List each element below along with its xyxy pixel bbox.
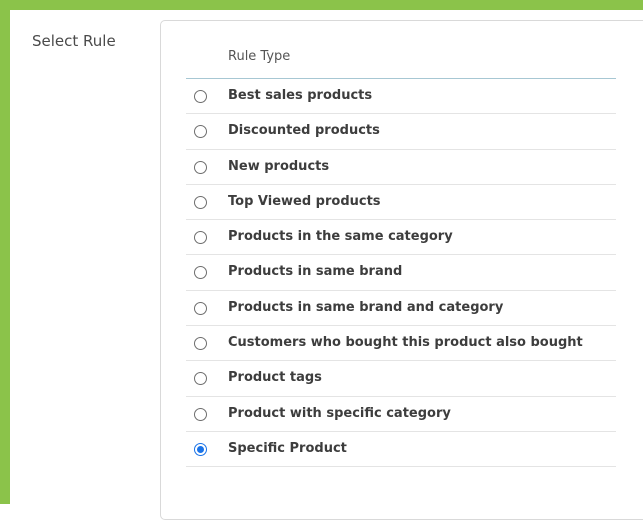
rule-form-frame: Select Rule Rule Type Best sales product… <box>0 0 643 520</box>
radio-button[interactable] <box>194 337 207 351</box>
rule-option-products-same-brand[interactable]: Products in same brand <box>186 255 616 291</box>
radio-button[interactable] <box>194 266 207 280</box>
rule-option-label: Customers who bought this product also b… <box>228 335 583 351</box>
rule-type-column-header: Rule Type <box>228 49 291 64</box>
rule-type-table: Rule Type Best sales products Discounted… <box>186 21 616 468</box>
rule-option-label: Top Viewed products <box>228 193 381 209</box>
radio-button[interactable] <box>194 407 207 421</box>
radio-button[interactable] <box>194 195 207 209</box>
radio-button[interactable] <box>194 90 207 103</box>
radio-button[interactable] <box>194 125 207 139</box>
rule-option-label: Products in same brand and category <box>228 299 504 315</box>
rule-option-best-sales-products[interactable]: Best sales products <box>186 79 616 115</box>
rule-option-label: Products in the same category <box>228 229 453 245</box>
rule-option-customers-also-bought[interactable]: Customers who bought this product also b… <box>186 326 616 362</box>
rule-option-products-same-category[interactable]: Products in the same category <box>186 220 616 256</box>
rule-option-product-tags[interactable]: Product tags <box>186 361 616 397</box>
radio-button[interactable] <box>194 372 207 386</box>
rule-option-specific-product[interactable]: Specific Product <box>186 432 616 468</box>
rule-option-label: Product tags <box>228 370 322 386</box>
rule-option-label: Best sales products <box>228 88 373 103</box>
rule-option-label: Products in same brand <box>228 264 403 280</box>
rule-option-discounted-products[interactable]: Discounted products <box>186 114 616 150</box>
radio-button[interactable] <box>194 160 207 174</box>
radio-button[interactable] <box>194 442 207 456</box>
rule-option-product-specific-category[interactable]: Product with specific category <box>186 397 616 432</box>
rule-option-label: New products <box>228 158 330 174</box>
rule-option-products-same-brand-and-category[interactable]: Products in same brand and category <box>186 291 616 327</box>
rule-type-panel: Rule Type Best sales products Discounted… <box>160 20 643 520</box>
rule-option-new-products[interactable]: New products <box>186 150 616 185</box>
rule-option-label: Product with specific category <box>228 405 451 421</box>
radio-button[interactable] <box>194 231 207 245</box>
table-header: Rule Type <box>186 21 616 79</box>
rule-option-label: Discounted products <box>228 123 380 139</box>
rule-option-label: Specific Product <box>228 440 347 456</box>
radio-button[interactable] <box>194 301 207 315</box>
select-rule-label: Select Rule <box>32 32 116 50</box>
rule-option-top-viewed-products[interactable]: Top Viewed products <box>186 185 616 221</box>
